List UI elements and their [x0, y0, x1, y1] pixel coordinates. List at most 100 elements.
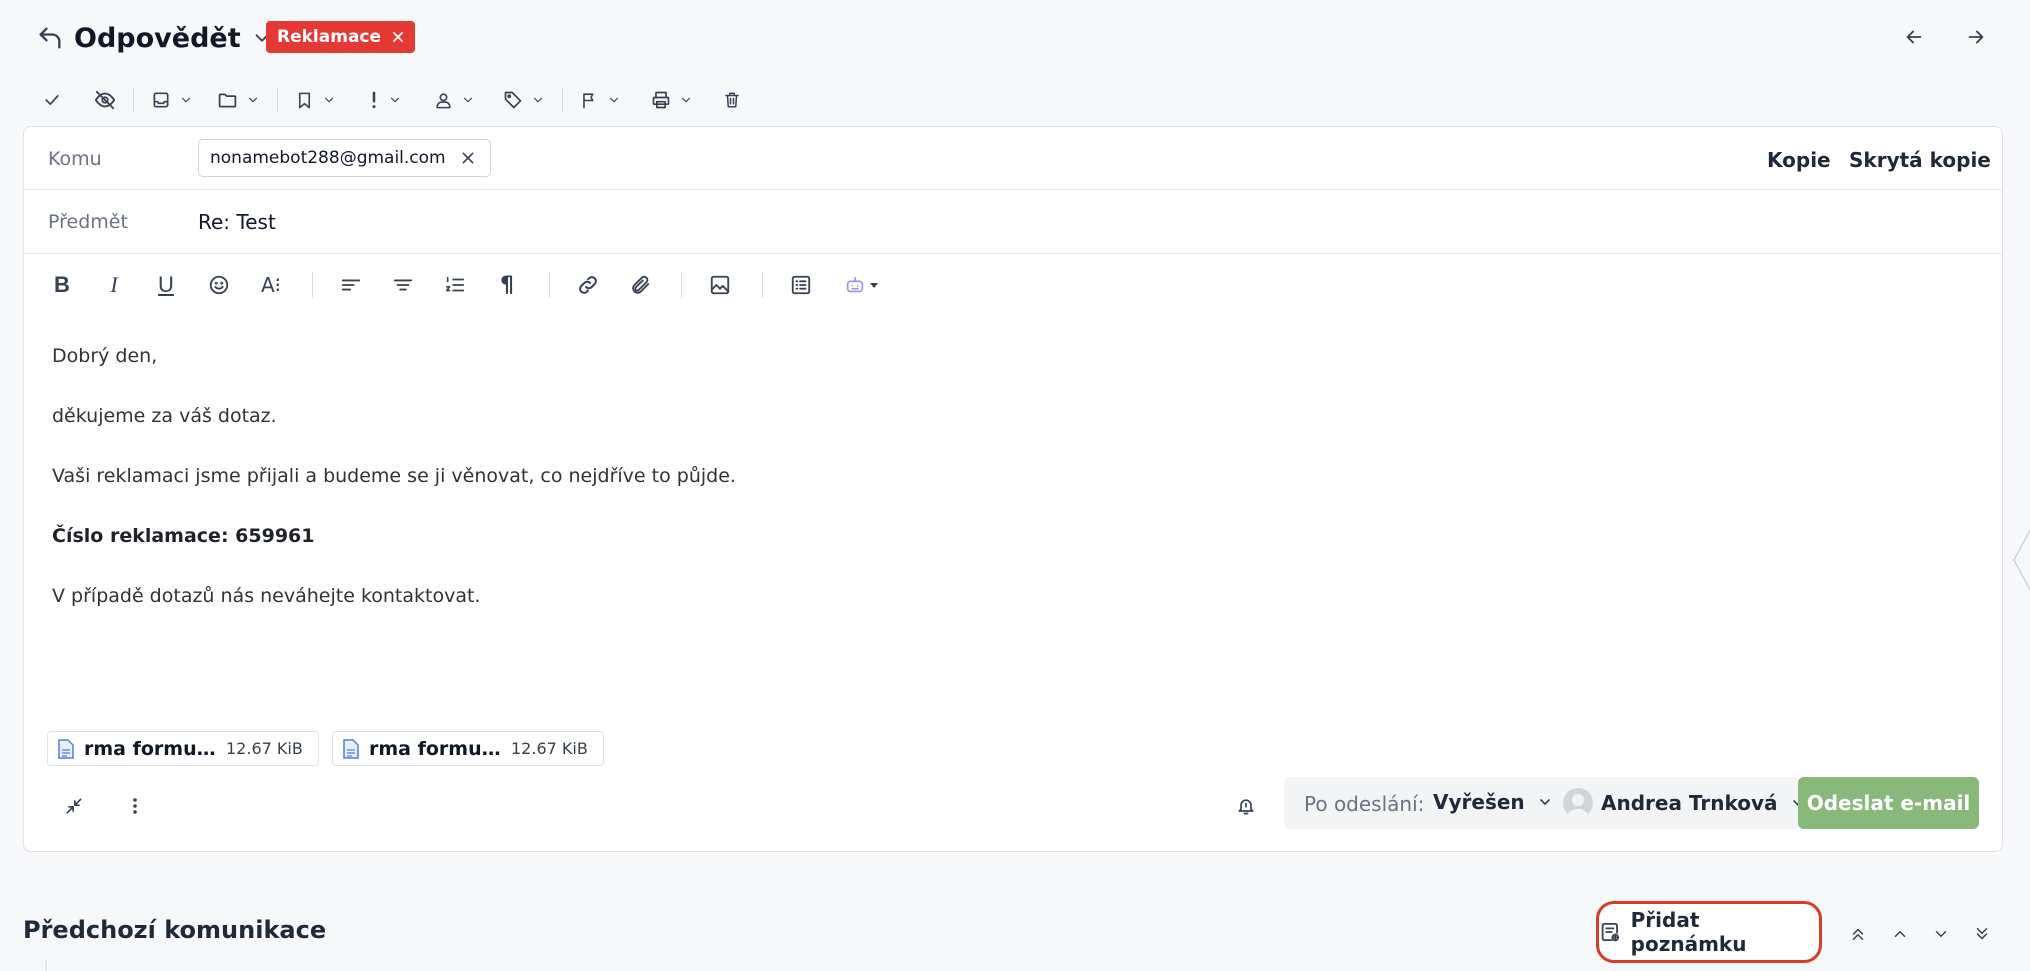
recipient-email: nonamebot288@gmail.com: [210, 148, 446, 168]
template-button[interactable]: [782, 268, 820, 302]
subject-input[interactable]: Re: Test: [198, 210, 276, 234]
tag-reklamace: Reklamace: [266, 21, 416, 53]
toolbar-divider: [133, 87, 134, 113]
underline-button[interactable]: U: [147, 268, 185, 302]
insert-link-button[interactable]: [569, 268, 607, 302]
side-panel-toggle-icon[interactable]: [2010, 510, 2030, 610]
move-to-folder-menu[interactable]: [209, 84, 268, 116]
text-size-icon: A⁝: [260, 273, 282, 297]
image-icon: [710, 275, 730, 295]
emoji-button[interactable]: [200, 268, 238, 302]
tag-menu[interactable]: [495, 84, 553, 116]
trash-icon: [725, 92, 739, 108]
paragraph-icon: ¶: [500, 272, 514, 298]
more-vertical-icon: [133, 798, 137, 814]
attach-file-button[interactable]: [621, 268, 659, 302]
ordered-list-button[interactable]: [436, 268, 474, 302]
attachment-item[interactable]: rma formulář.pdf 12.67 KiB: [47, 731, 319, 766]
add-note-button[interactable]: Přidat poznámku: [1596, 901, 1822, 963]
reminder-button[interactable]: [1231, 791, 1261, 821]
bookmark-menu[interactable]: [287, 84, 344, 116]
chevron-down-icon: [463, 97, 473, 103]
bell-icon: [1238, 799, 1254, 815]
move-to-inbox-menu[interactable]: [143, 84, 201, 116]
chevron-down-icon: [681, 97, 691, 103]
underline-icon: U: [158, 272, 174, 297]
robot-icon: [846, 276, 863, 293]
chevron-down-icon: [390, 97, 400, 103]
reply-icon: [39, 27, 61, 49]
priority-menu[interactable]: [360, 84, 410, 116]
avatar: [1563, 788, 1593, 818]
bcc-button[interactable]: Skrytá kopie: [1849, 148, 1991, 172]
assign-user-menu[interactable]: [426, 84, 483, 116]
chevron-down-icon: [1935, 931, 1947, 937]
body-thanks: děkujeme za váš dotaz.: [52, 405, 277, 427]
editor-divider: [681, 272, 682, 298]
align-center-button[interactable]: [384, 268, 422, 302]
scroll-to-top-button[interactable]: [1843, 920, 1873, 948]
thread-line: [45, 960, 47, 971]
tag-label: Reklamace: [277, 27, 382, 47]
toolbar-divider: [562, 87, 563, 113]
editor-divider: [312, 272, 313, 298]
previous-item-button[interactable]: [1885, 920, 1915, 948]
after-send-label: Po odeslání:: [1304, 792, 1425, 816]
attachment-name: rma formulář.pdf: [84, 737, 216, 760]
remove-recipient-icon[interactable]: [460, 150, 476, 166]
send-email-button[interactable]: Odeslat e-mail: [1798, 777, 1979, 829]
user-avatar-icon: [1567, 794, 1589, 818]
recipient-chip[interactable]: nonamebot288@gmail.com: [198, 139, 491, 177]
caret-down-icon: [869, 283, 878, 288]
reply-mode-selector[interactable]: Odpovědět: [36, 16, 273, 60]
align-center-icon: [393, 279, 413, 291]
to-label: Komu: [48, 148, 102, 170]
arrow-left-icon: [1906, 30, 1922, 44]
flag-menu[interactable]: [572, 84, 629, 116]
priority-icon: [372, 91, 376, 109]
status-select[interactable]: Vyřešen: [1433, 790, 1553, 814]
next-message-button[interactable]: [1961, 22, 1991, 52]
paragraph-button[interactable]: ¶: [488, 268, 526, 302]
editor-divider: [549, 272, 550, 298]
emoji-icon: [209, 275, 229, 295]
more-options-button[interactable]: [120, 791, 150, 821]
minimize-editor-button[interactable]: [59, 791, 89, 821]
mark-unread-button[interactable]: [86, 84, 124, 116]
chevron-up-icon: [1894, 931, 1906, 937]
align-left-button[interactable]: [332, 268, 370, 302]
assignee-select[interactable]: Andrea Trnková: [1563, 788, 1806, 818]
previous-message-button[interactable]: [1899, 22, 1929, 52]
body-greeting: Dobrý den,: [52, 345, 158, 367]
chevron-down-icon: [248, 97, 258, 103]
folder-icon: [218, 93, 237, 107]
ordered-list-icon: [445, 276, 465, 292]
delete-button[interactable]: [715, 84, 749, 116]
subject-label: Předmět: [48, 211, 128, 233]
eye-off-icon: [94, 90, 116, 110]
text-size-button[interactable]: A⁝: [252, 268, 290, 302]
body-closing: V případě dotazů nás neváhejte kontaktov…: [52, 585, 481, 607]
file-icon: [343, 738, 359, 759]
body-message: Vaši reklamaci jsme přijali a budeme se …: [52, 465, 736, 487]
file-icon: [58, 738, 74, 759]
toolbar-divider: [277, 87, 278, 113]
insert-image-button[interactable]: [701, 268, 739, 302]
italic-button[interactable]: I: [95, 268, 133, 302]
print-menu[interactable]: [643, 84, 701, 116]
message-toolbar: [34, 84, 749, 116]
cc-button[interactable]: Kopie: [1767, 148, 1831, 172]
attachment-item[interactable]: rma formulář.pdf 12.67 KiB: [332, 731, 604, 766]
ai-assistant-button[interactable]: [838, 268, 884, 302]
chevron-down-icon: [533, 97, 543, 103]
email-composer: [23, 126, 2003, 852]
scroll-to-bottom-button[interactable]: [1967, 920, 1997, 948]
next-item-button[interactable]: [1926, 920, 1956, 948]
reply-mode-label: Odpovědět: [74, 22, 241, 54]
remove-tag-icon[interactable]: [391, 30, 405, 44]
bold-button[interactable]: B: [43, 268, 81, 302]
mark-done-button[interactable]: [34, 84, 70, 116]
attachment-name: rma formulář.pdf: [369, 737, 501, 760]
add-note-label: Přidat poznámku: [1630, 908, 1747, 956]
note-add-icon: [1601, 922, 1620, 942]
